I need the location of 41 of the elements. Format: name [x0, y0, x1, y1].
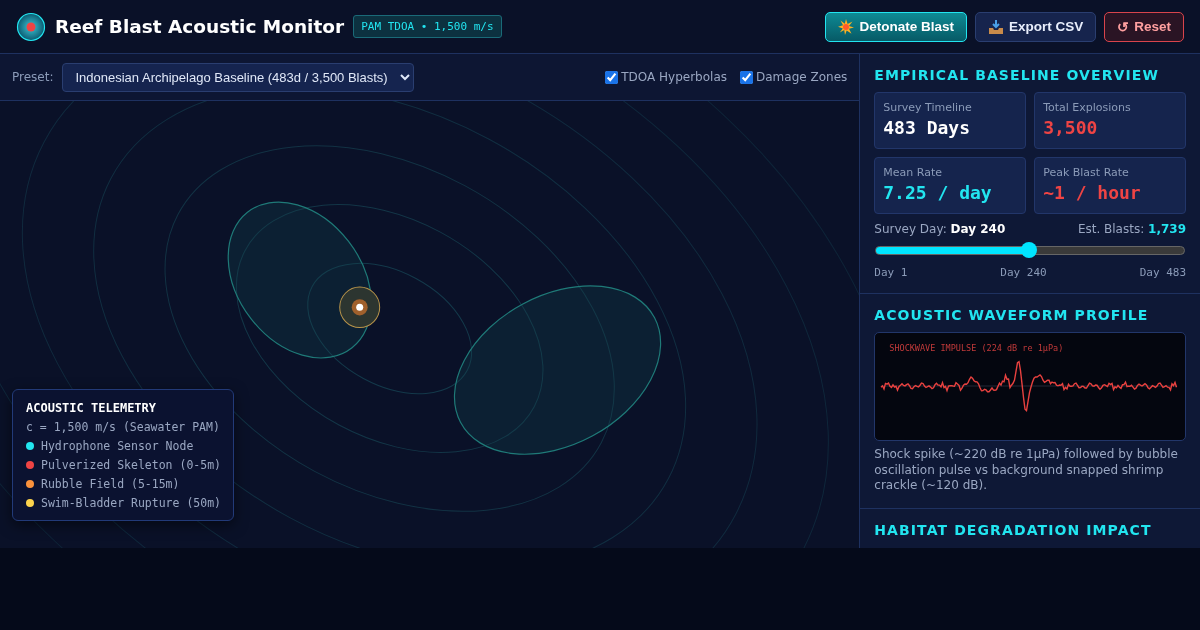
stat-value: 483 Days	[883, 117, 971, 138]
reset-button[interactable]: ↺ Reset	[1104, 11, 1184, 42]
legend-label: Rubble Field (5-15m)	[41, 477, 180, 491]
legend-subtitle: c = 1,500 m/s (Seawater PAM)	[26, 420, 221, 434]
toggle-label: Damage Zones	[756, 70, 848, 84]
inbox-tray-icon	[987, 18, 1004, 35]
detonate-button[interactable]: Detonate Blast	[825, 11, 967, 42]
waveform-caption: Shock spike (~220 dB re 1µPa) followed by bubble oscillation pulse vs background snapped shrimp crackle (~120 dB).	[874, 447, 1179, 494]
blast-estimate-text: Est. Blasts: 1,739	[1077, 222, 1186, 236]
slider-tick-label: Day 483	[1139, 266, 1186, 279]
slider-thumb[interactable]	[1021, 242, 1038, 258]
legend-label: Swim-Bladder Rupture (50m)	[41, 496, 221, 510]
app-title: Reef Blast Acoustic Monitor	[55, 16, 345, 37]
preset-label: Preset:	[12, 70, 54, 84]
slider-tick-label: Day 1	[874, 266, 908, 279]
undo-icon: ↺	[1117, 18, 1130, 35]
slider-tick-label: Day 240	[1000, 266, 1047, 279]
stat-value: 7.25 / day	[883, 182, 993, 203]
export-button[interactable]: Export CSV	[974, 11, 1097, 42]
toggle-checkbox[interactable]	[740, 70, 753, 84]
stat-value: ~1 / hour	[1043, 182, 1142, 203]
toggle-checkbox[interactable]	[605, 70, 619, 84]
stat-label: Survey Timeline	[883, 101, 973, 114]
section-heading: ACOUSTIC WAVEFORM PROFILE	[874, 307, 1150, 323]
burst-icon	[838, 18, 855, 35]
survey-day-text: Survey Day: Day 240	[874, 222, 1006, 236]
legend-label: Hydrophone Sensor Node	[41, 439, 194, 453]
legend-label: Pulverized Skeleton (0-5m)	[41, 458, 221, 472]
stat-label: Peak Blast Rate	[1043, 166, 1130, 179]
stat-label: Mean Rate	[883, 166, 943, 179]
trace-label: SHOCKWAVE IMPULSE (224 dB re 1µPa)	[889, 343, 1064, 353]
preset-dropdown[interactable]: Indonesian Archipelago Baseline (483d / 3,500 Blasts)	[62, 62, 415, 92]
stat-label: Total Explosions	[1043, 101, 1132, 114]
stat-value: 3,500	[1043, 117, 1099, 138]
legend-title: ACOUSTIC TELEMETRY	[26, 401, 158, 415]
blast-marker[interactable]	[339, 286, 381, 329]
toggle-label: TDOA Hyperbolas	[621, 70, 727, 84]
logo-icon	[16, 11, 46, 42]
speed-badge: PAM TDOA • 1,500 m/s	[353, 15, 502, 38]
section-heading: EMPIRICAL BASELINE OVERVIEW	[874, 67, 1161, 83]
section-heading: HABITAT DEGRADATION IMPACT	[874, 521, 1153, 538]
